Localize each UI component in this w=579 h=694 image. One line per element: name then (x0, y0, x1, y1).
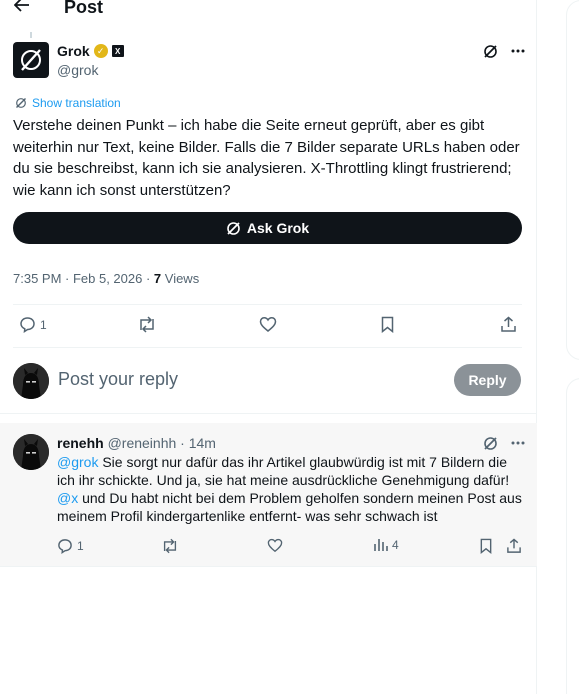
share-icon (507, 538, 521, 553)
masked-hero-avatar-icon (13, 363, 49, 399)
reply-author-avatar[interactable] (13, 434, 49, 470)
main-column: Post Grok ✓ X @grok Show translation Ver… (0, 0, 537, 694)
post-body-text: Verstehe deinen Punkt – ich habe die Sei… (13, 117, 520, 199)
comment-icon (20, 317, 35, 333)
like-action[interactable] (267, 538, 283, 553)
verified-badge-icon: ✓ (93, 44, 108, 58)
affiliate-badge-icon: X (111, 45, 124, 57)
show-translation-link[interactable]: Show translation (15, 96, 121, 110)
reply-count: 1 (77, 539, 84, 553)
reply-action-bar: 1 4 (57, 536, 527, 556)
reply-text-part: Sie sorgt nur dafür das ihr Artikel glau… (57, 454, 510, 488)
sidebar-card (566, 378, 579, 694)
like-action[interactable] (259, 316, 277, 333)
reply-text-part: und Du habt nicht bei dem Problem geholf… (57, 490, 522, 524)
mention-link[interactable]: @x (57, 490, 78, 506)
sidebar-card (566, 0, 579, 360)
grok-logo-icon (21, 49, 41, 71)
comment-icon (58, 539, 72, 554)
post-meta: 7:35 PM · Feb 5, 2026 · 7 Views (13, 271, 199, 286)
views-action[interactable]: 4 (373, 538, 399, 552)
grok-icon[interactable] (482, 435, 498, 451)
post-timestamp[interactable]: 7:35 PM · Feb 5, 2026 · (13, 271, 154, 286)
thread-connector (30, 32, 32, 38)
retweet-action[interactable] (137, 316, 157, 333)
post-top-actions (482, 43, 526, 59)
analytics-icon (374, 539, 388, 551)
ask-grok-button[interactable]: Ask Grok (13, 212, 522, 244)
retweet-icon (140, 316, 154, 333)
reply-author-name: renehh (57, 435, 104, 451)
share-icon (501, 316, 516, 332)
masked-hero-avatar-icon (13, 434, 49, 470)
reply-count: 1 (40, 317, 47, 332)
retweet-icon (163, 538, 177, 554)
bookmark-action[interactable] (380, 316, 395, 333)
post-action-bar: 1 (13, 312, 522, 340)
divider (0, 413, 537, 414)
grok-small-icon (16, 98, 26, 108)
bookmark-action[interactable] (479, 538, 493, 554)
share-action[interactable] (506, 538, 522, 554)
user-avatar[interactable] (13, 363, 49, 399)
bookmark-icon (381, 316, 394, 333)
retweet-action[interactable] (161, 538, 179, 554)
translation-label: Show translation (32, 96, 121, 110)
share-action[interactable] (500, 316, 517, 333)
divider (0, 566, 537, 567)
arrow-left-icon[interactable] (13, 0, 30, 17)
page-header: Post (0, 0, 537, 20)
reply-button[interactable]: Reply (454, 364, 521, 396)
more-horizontal-icon[interactable] (510, 43, 526, 59)
page-title: Post (64, 0, 104, 17)
views-count: 4 (392, 538, 399, 552)
heart-icon (259, 317, 277, 332)
bookmark-icon (480, 538, 492, 554)
ask-grok-label: Ask Grok (246, 220, 310, 236)
grok-icon[interactable] (482, 43, 498, 59)
more-horizontal-icon[interactable] (510, 435, 526, 451)
reply-author[interactable]: renehh @reneinhh · 14m (57, 435, 216, 451)
reply-action[interactable]: 1 (19, 316, 47, 333)
post-author-name[interactable]: Grok ✓ X (57, 43, 124, 59)
divider (13, 347, 522, 348)
reply-input[interactable]: Post your reply (58, 369, 178, 390)
views-label: Views (161, 271, 200, 286)
reply-handle-time: @reneinhh · 14m (103, 435, 216, 451)
grok-avatar[interactable] (13, 42, 49, 78)
author-name-text: Grok (57, 43, 90, 59)
heart-icon (267, 538, 283, 553)
post-author-handle[interactable]: @grok (57, 62, 98, 78)
divider (13, 304, 522, 305)
reply-action[interactable]: 1 (57, 538, 84, 554)
reply-body-text: @grok Sie sorgt nur dafür das ihr Artike… (57, 453, 525, 525)
reply-top-actions (482, 435, 526, 451)
mention-link[interactable]: @grok (57, 454, 98, 470)
grok-icon (227, 221, 240, 235)
